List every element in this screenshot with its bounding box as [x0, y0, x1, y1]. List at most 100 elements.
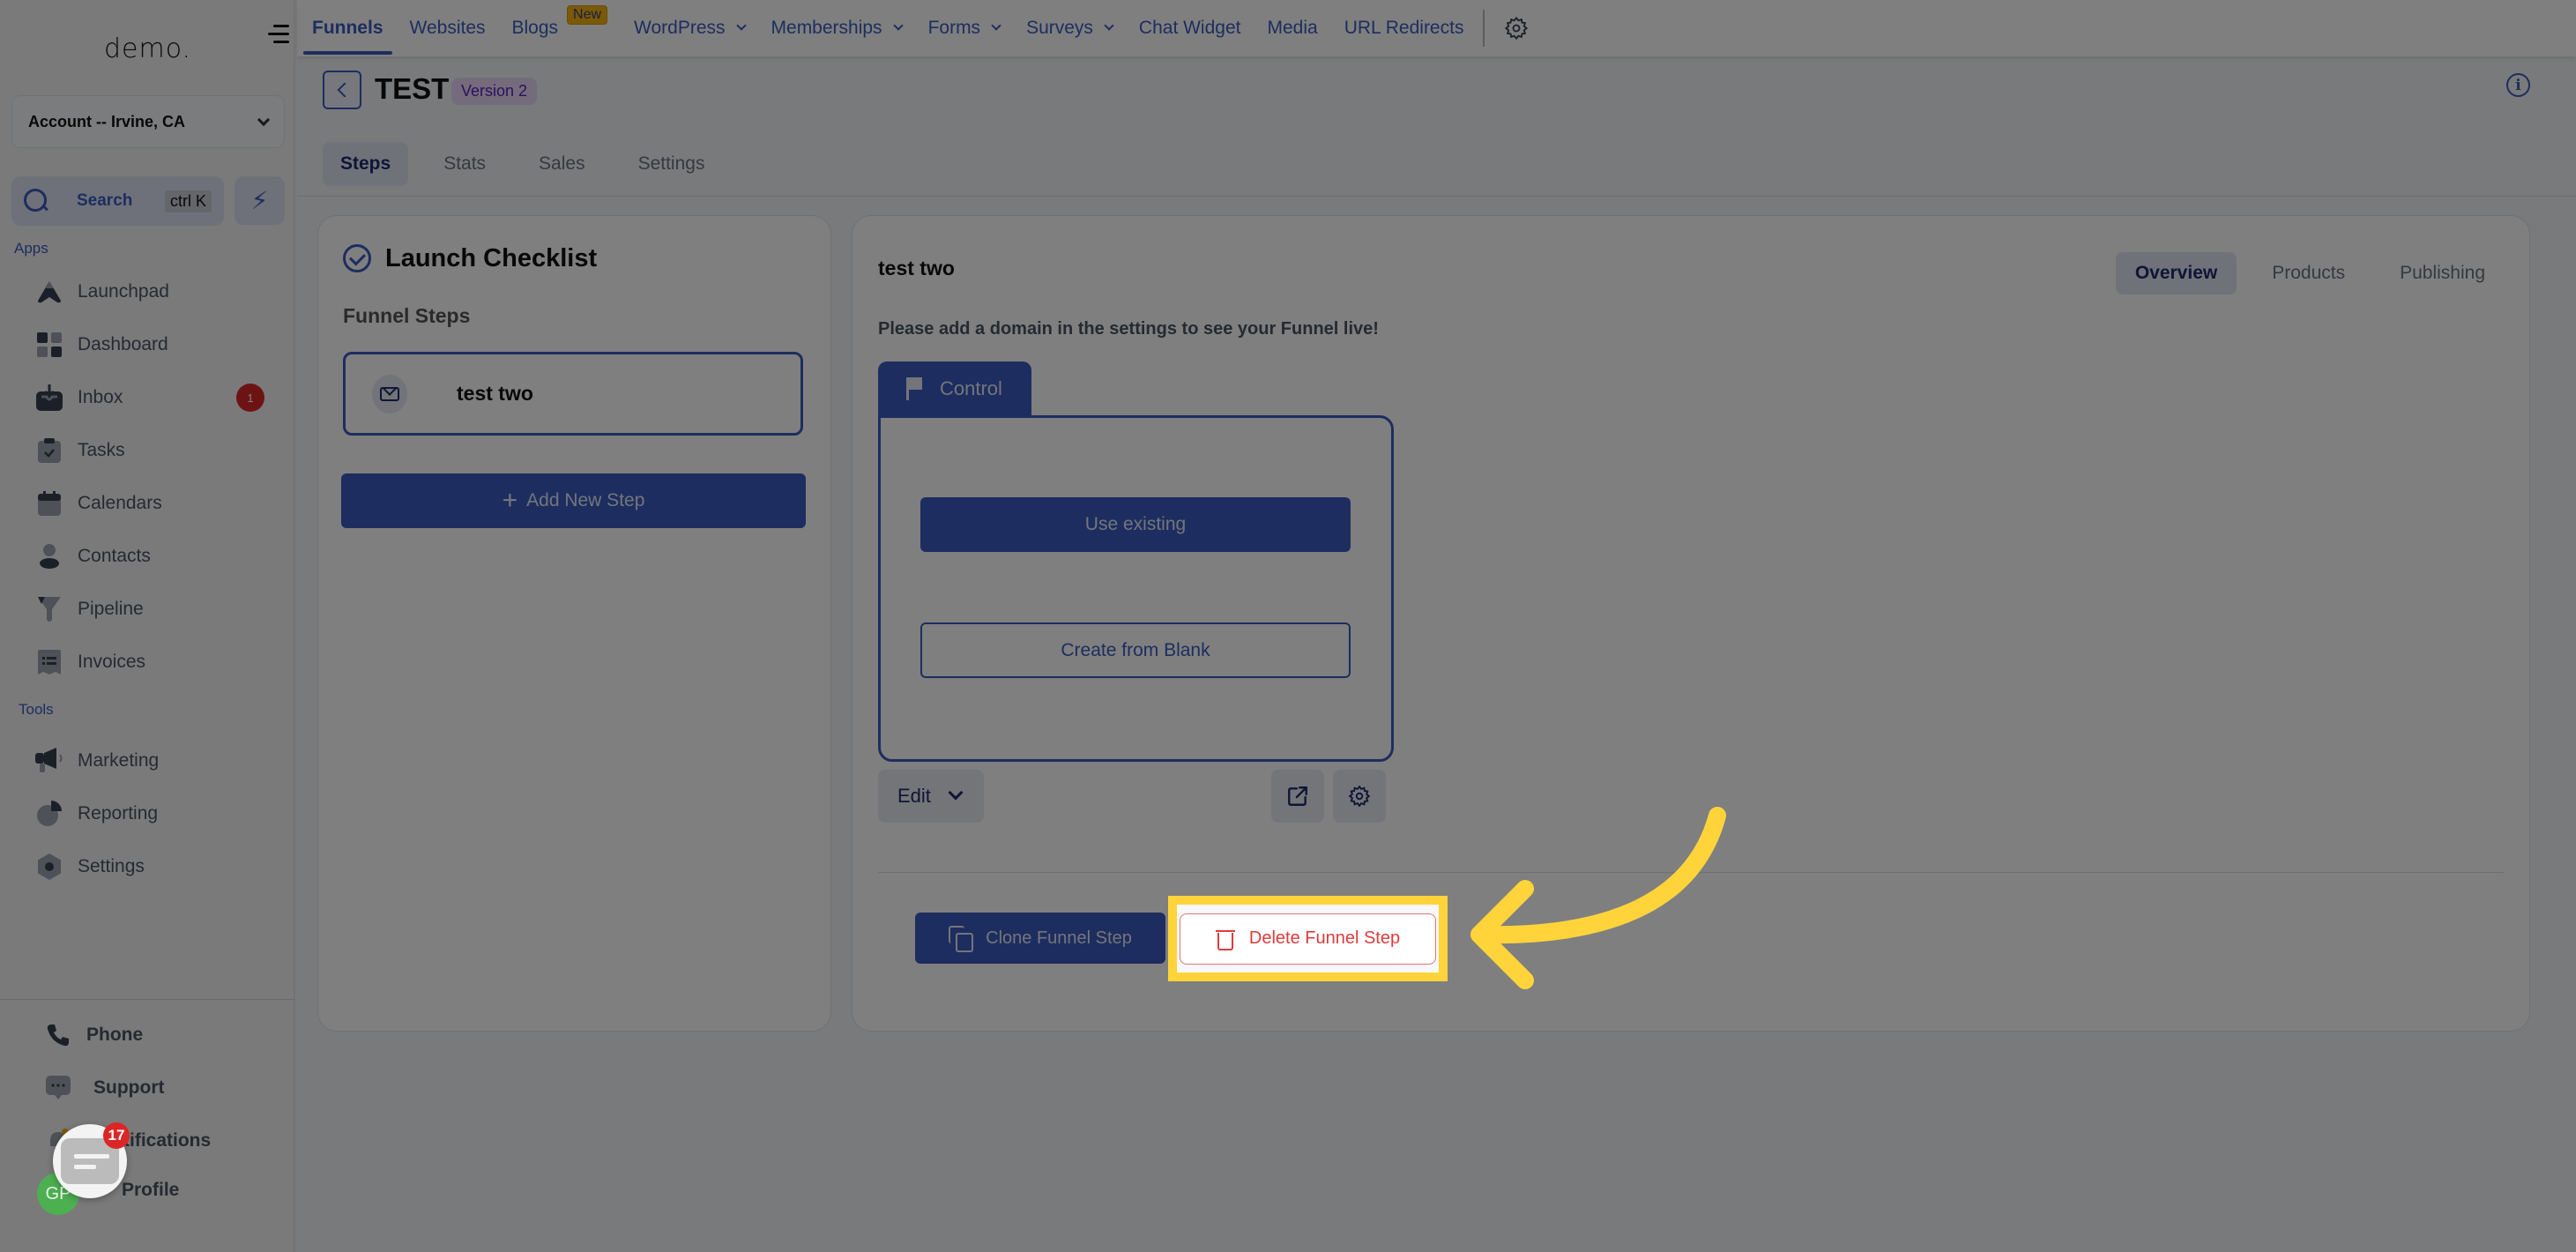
- funnel-step-name: test two: [457, 382, 533, 405]
- chevron-down-icon: [257, 113, 271, 126]
- create-from-blank-button[interactable]: Create from Blank: [920, 622, 1351, 678]
- contacts-icon: [35, 542, 63, 570]
- nav-media[interactable]: Media: [1267, 0, 1317, 56]
- nav-funnels[interactable]: Funnels: [303, 0, 391, 56]
- dashboard-icon: [35, 331, 63, 359]
- external-link-icon: [1288, 786, 1307, 806]
- phone-icon: [44, 1021, 72, 1049]
- search-icon: [24, 189, 48, 213]
- pie-chart-icon: [35, 800, 63, 828]
- support-icon: [44, 1074, 72, 1102]
- delete-funnel-step-button[interactable]: Delete Funnel Step: [1180, 913, 1436, 965]
- nav-surveys[interactable]: Surveys: [1026, 0, 1114, 56]
- sidebar-item-tasks[interactable]: Tasks: [35, 433, 264, 468]
- nav-memberships[interactable]: Memberships: [771, 0, 904, 56]
- funnel-steps-heading: Funnel Steps: [343, 304, 471, 327]
- tab-stats[interactable]: Stats: [426, 142, 503, 186]
- tab-settings[interactable]: Settings: [621, 142, 723, 186]
- mail-icon: [380, 386, 399, 401]
- chevron-left-icon: [337, 82, 353, 98]
- tab-publishing[interactable]: Publishing: [2380, 252, 2505, 294]
- copy-icon: [949, 926, 974, 952]
- pipeline-icon: [35, 595, 63, 623]
- search-label: Search: [77, 191, 133, 210]
- nav-forms[interactable]: Forms: [928, 0, 1001, 56]
- step-title: test two: [878, 257, 955, 279]
- tab-products[interactable]: Products: [2252, 252, 2364, 294]
- top-nav: Funnels Websites Blogs New WordPress Memb…: [297, 0, 2576, 56]
- sidebar-item-contacts[interactable]: Contacts: [35, 539, 264, 574]
- flag-icon: [906, 377, 922, 400]
- edit-dropdown-button[interactable]: Edit: [878, 770, 984, 823]
- page-title: TEST: [375, 72, 450, 105]
- nav-websites[interactable]: Websites: [410, 0, 486, 56]
- tasks-icon: [35, 436, 63, 465]
- gear-icon[interactable]: [1504, 16, 1529, 41]
- check-circle-icon: [343, 244, 371, 272]
- open-external-button[interactable]: [1271, 770, 1324, 823]
- nav-url-redirects[interactable]: URL Redirects: [1344, 0, 1464, 56]
- funnel-step-item[interactable]: test two: [343, 352, 803, 436]
- add-new-step-button[interactable]: + Add New Step: [341, 473, 806, 528]
- calendar-icon: [35, 489, 63, 518]
- use-existing-button[interactable]: Use existing: [920, 497, 1351, 552]
- sidebar: demo. Account -- Irvine, CA Search ctrl …: [0, 0, 295, 1252]
- sidebar-item-pipeline[interactable]: Pipeline: [35, 592, 264, 627]
- account-name: Account -- Irvine, CA: [28, 112, 186, 130]
- sidebar-item-marketing[interactable]: Marketing: [35, 743, 264, 779]
- launchpad-icon: [35, 278, 63, 306]
- sidebar-item-launchpad[interactable]: Launchpad: [35, 274, 264, 309]
- trash-icon: [1215, 928, 1235, 950]
- gear-icon: [1348, 785, 1371, 808]
- sidebar-item-support[interactable]: Support: [44, 1070, 273, 1106]
- nav-chat-widget[interactable]: Chat Widget: [1139, 0, 1241, 56]
- header-divider: [297, 196, 2576, 197]
- megaphone-icon: [35, 747, 63, 775]
- inbox-badge: 1: [236, 384, 264, 412]
- new-badge: New: [567, 5, 608, 25]
- control-variant-panel: Use existing Create from Blank: [878, 415, 1394, 762]
- info-icon[interactable]: i: [2506, 73, 2530, 97]
- nav-wordpress[interactable]: WordPress: [634, 0, 747, 56]
- account-switcher[interactable]: Account -- Irvine, CA: [11, 95, 285, 148]
- inbox-icon: [35, 384, 63, 412]
- logo: demo.: [104, 34, 192, 64]
- chevron-down-icon: [735, 20, 747, 31]
- clone-funnel-step-button[interactable]: Clone Funnel Step: [915, 913, 1165, 964]
- invoices-icon: [35, 648, 63, 676]
- step-settings-button[interactable]: [1333, 770, 1386, 823]
- lightning-icon: ⚡︎: [250, 187, 269, 214]
- search-button[interactable]: Search ctrl K: [11, 176, 224, 226]
- launch-checklist-card: Launch Checklist Funnel Steps test two +…: [317, 215, 831, 1032]
- back-button[interactable]: [323, 71, 361, 109]
- sidebar-item-inbox[interactable]: Inbox 1: [35, 380, 264, 415]
- chevron-down-icon: [991, 20, 1001, 31]
- tab-steps[interactable]: Steps: [323, 142, 409, 186]
- pointer-arrow-icon: [1470, 807, 1726, 989]
- control-variant-tab[interactable]: Control: [878, 361, 1031, 416]
- launch-checklist-title: Launch Checklist: [385, 244, 598, 272]
- highlight-frame: Delete Funnel Step: [1168, 896, 1448, 981]
- apps-section-label: Apps: [14, 240, 48, 257]
- tab-overview[interactable]: Overview: [2115, 252, 2237, 294]
- tab-sales[interactable]: Sales: [521, 142, 603, 186]
- chevron-down-icon: [892, 20, 904, 31]
- plus-icon: +: [502, 486, 518, 515]
- chat-unread-badge: 17: [103, 1122, 130, 1149]
- step-tabs: Overview Products Publishing: [2100, 252, 2505, 294]
- quick-actions-button[interactable]: ⚡︎: [235, 176, 285, 225]
- sidebar-item-calendars[interactable]: Calendars: [35, 486, 264, 521]
- chevron-down-icon: [948, 785, 964, 801]
- tools-section-label: Tools: [19, 701, 54, 718]
- nav-blogs[interactable]: Blogs New: [512, 0, 608, 56]
- sidebar-item-settings[interactable]: Settings: [35, 849, 264, 884]
- sidebar-divider: [0, 999, 295, 1000]
- sidebar-item-invoices[interactable]: Invoices: [35, 645, 264, 680]
- sidebar-item-phone[interactable]: Phone: [44, 1017, 273, 1053]
- menu-collapse-icon[interactable]: [268, 25, 289, 48]
- settings-icon: [35, 853, 63, 881]
- domain-warning: Please add a domain in the settings to s…: [878, 319, 1379, 339]
- search-shortcut: ctrl K: [164, 190, 212, 212]
- sidebar-item-reporting[interactable]: Reporting: [35, 796, 264, 831]
- sidebar-item-dashboard[interactable]: Dashboard: [35, 327, 264, 362]
